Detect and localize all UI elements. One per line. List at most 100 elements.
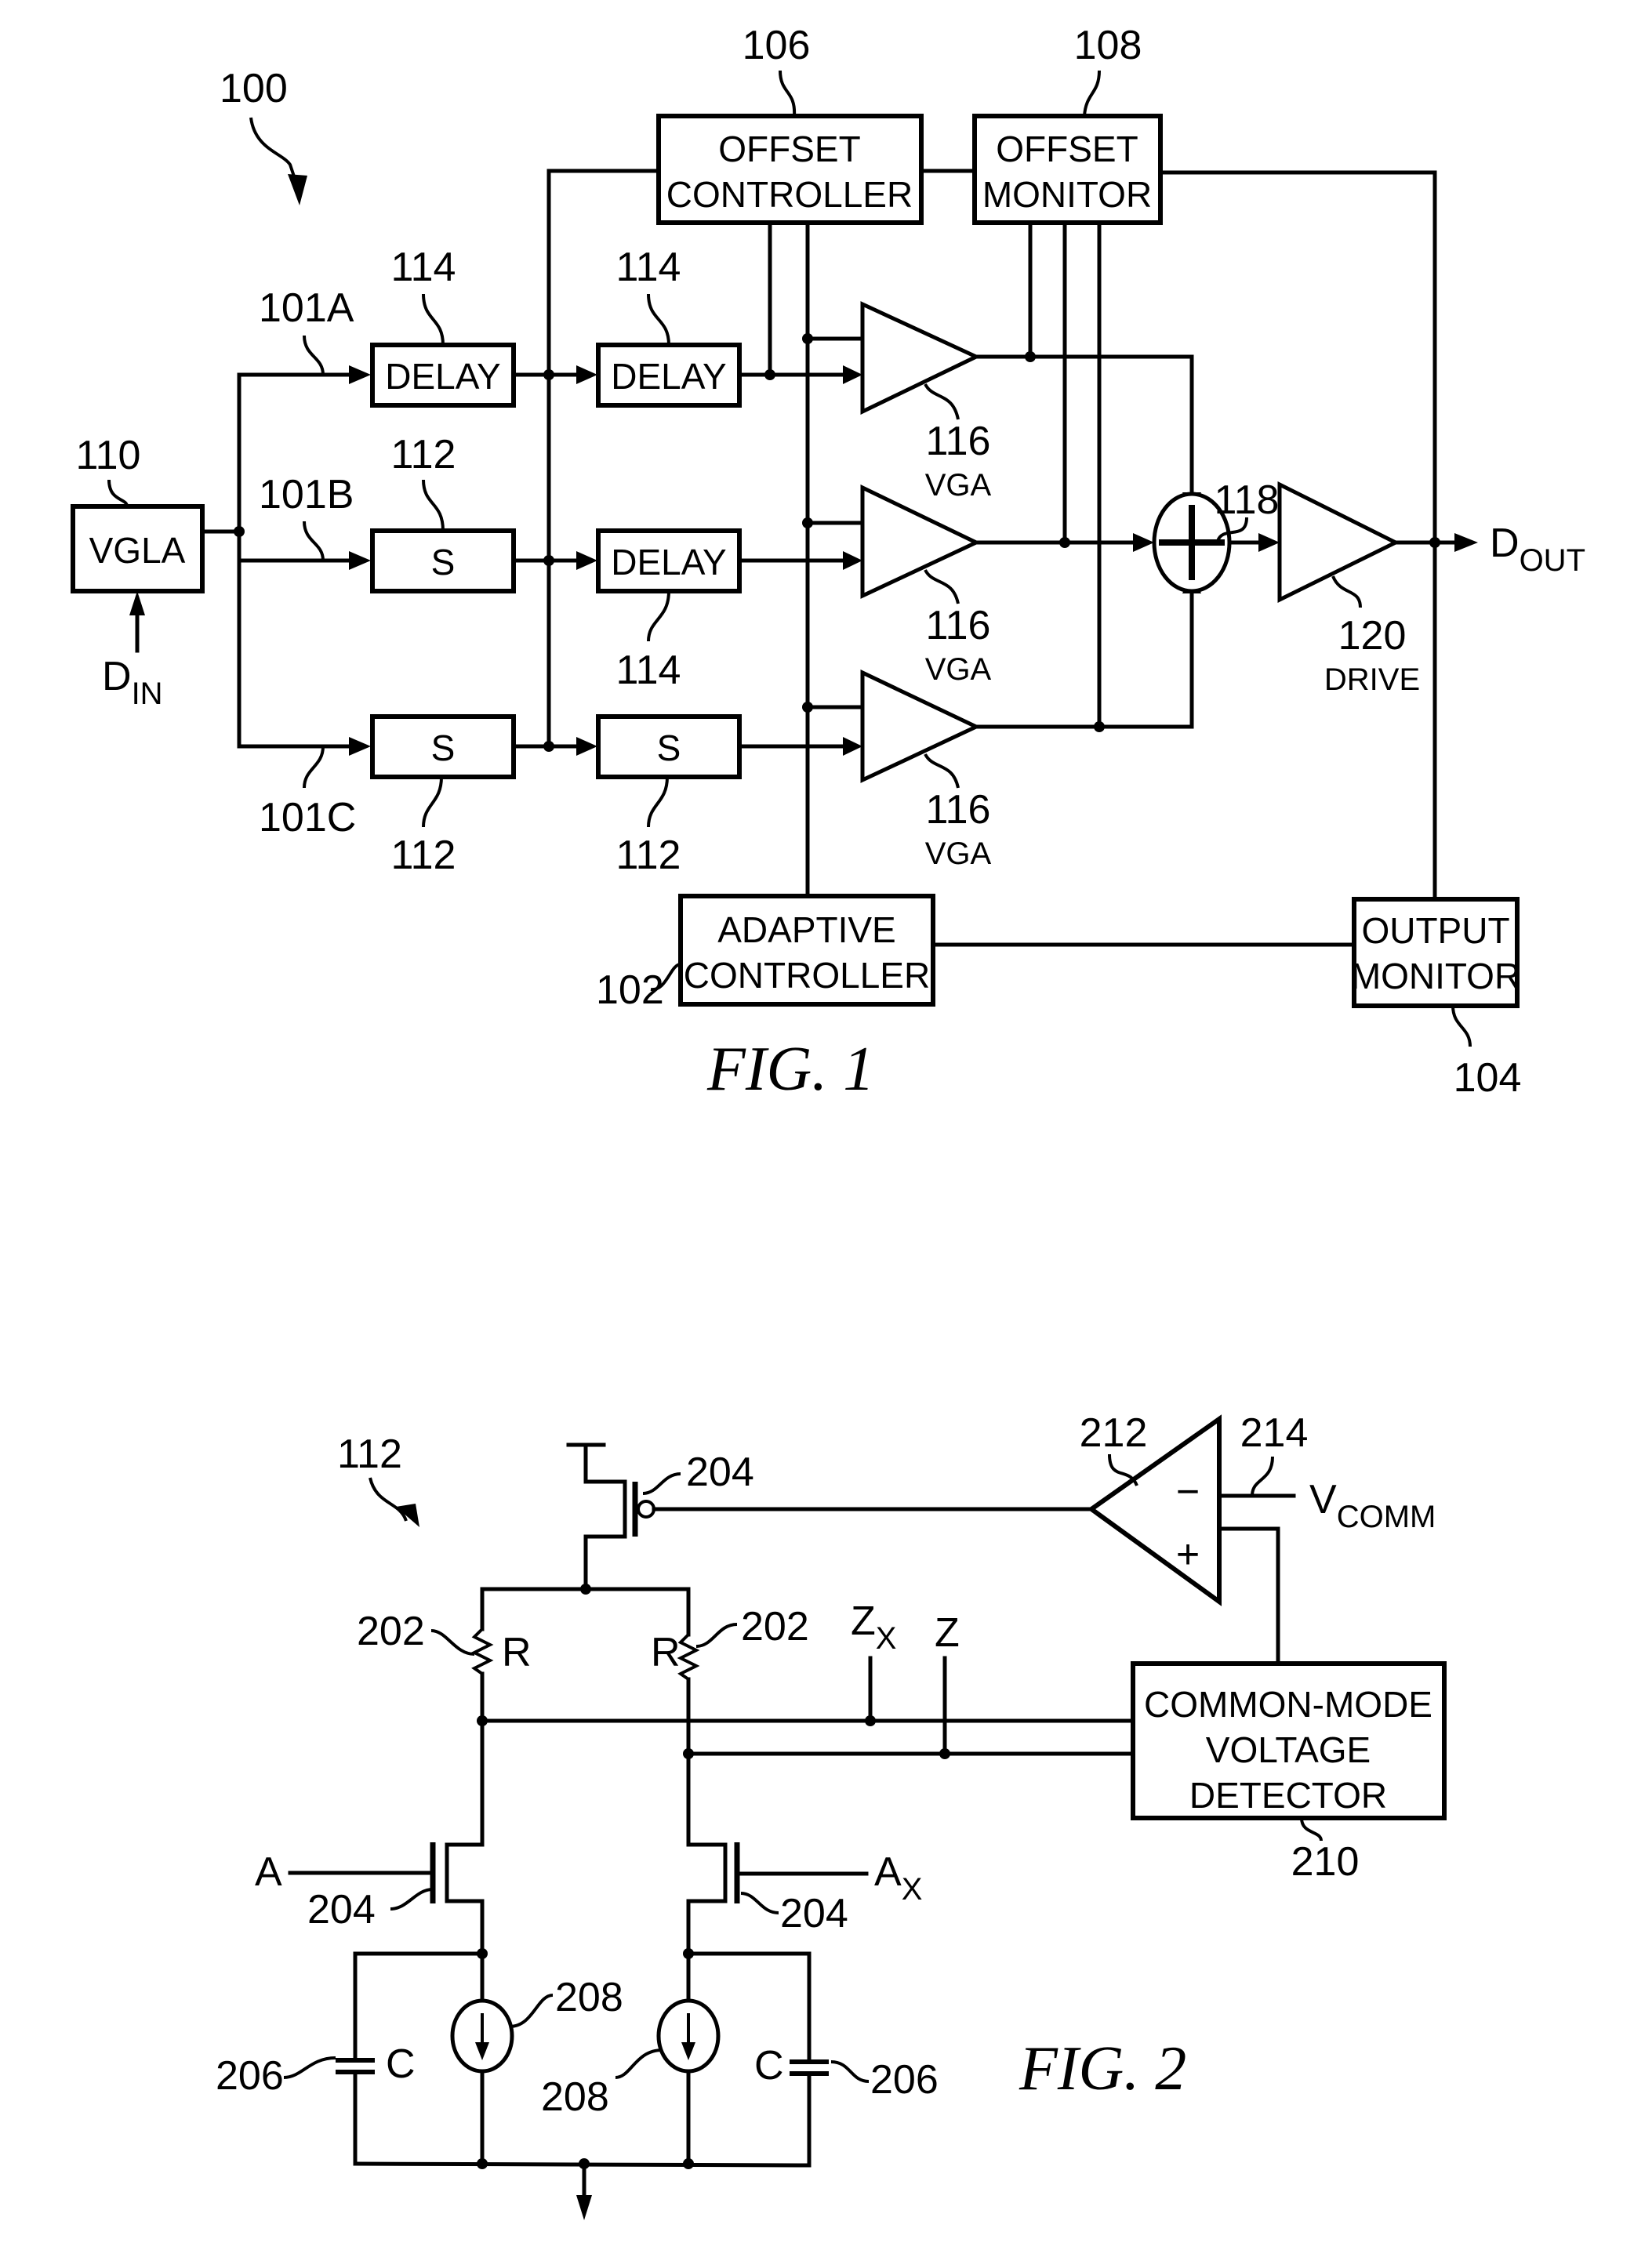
ref-212: 212 — [1080, 1410, 1148, 1456]
junction-dot — [802, 333, 813, 344]
resistor-left-label: R — [502, 1630, 532, 1675]
s-c1-label: S — [431, 728, 456, 768]
junction-dot — [477, 2158, 488, 2169]
input-ax-label: AX — [874, 1849, 922, 1907]
ref-120: 120 — [1338, 613, 1407, 659]
arrowhead-icon — [1258, 533, 1280, 552]
ref-210: 210 — [1291, 1839, 1360, 1885]
ref-206-right-lead — [830, 2060, 870, 2083]
ref-112-c1: 112 — [391, 833, 456, 878]
arrowhead-icon — [843, 551, 862, 570]
arrowhead-icon — [1133, 533, 1154, 552]
resistor-202-left — [470, 1628, 494, 1675]
arrowhead-icon — [576, 551, 597, 570]
fig2: 112 204 R R 202 202 ZX Z A 204 AX 204 C … — [216, 1410, 1447, 2220]
junction-dot — [1429, 537, 1440, 548]
ref-112-arrow-lead — [369, 1477, 408, 1522]
ref-104: 104 — [1454, 1055, 1522, 1101]
ref-101b-lead — [303, 521, 325, 561]
junction-dot — [1094, 721, 1105, 732]
ref-116-3-lead — [924, 753, 960, 789]
ground-arrow-icon — [576, 2195, 592, 2220]
ref-206-right: 206 — [870, 2057, 939, 2103]
vgla-label: VGLA — [89, 530, 186, 571]
ref-212-lead — [1108, 1453, 1138, 1486]
ref-112-c2: 112 — [616, 833, 681, 878]
ref-110-lead — [107, 479, 129, 507]
ref-114-a1-lead — [422, 293, 445, 346]
detector-label-3: DETECTOR — [1189, 1775, 1387, 1816]
ref-114-b2: 114 — [616, 648, 681, 693]
amp-plus-label: + — [1176, 1532, 1200, 1577]
fig1: 100 OFFSET CONTROLLER 106 OFFSET MONITOR… — [71, 23, 1585, 1104]
ref-204-pmos-lead — [642, 1472, 681, 1495]
detector-label-2: VOLTAGE — [1206, 1729, 1371, 1770]
vga-3-label: VGA — [925, 836, 992, 871]
ref-204-left: 204 — [307, 1887, 376, 1932]
ref-202-left-lead — [430, 1629, 475, 1656]
ref-100-arrowhead-icon — [288, 174, 307, 205]
ref-116-3: 116 — [926, 787, 991, 833]
ref-101a-lead — [303, 335, 325, 376]
ref-114-a2: 114 — [616, 245, 681, 290]
z-label: Z — [935, 1610, 960, 1656]
cap-left-label: C — [386, 2041, 416, 2087]
path-b-arrowhead-icon — [349, 551, 371, 570]
offset-controller-label-1: OFFSET — [718, 129, 860, 169]
ref-100: 100 — [220, 66, 288, 111]
junction-dot — [543, 741, 554, 752]
ref-202-right-lead — [695, 1623, 738, 1648]
resistor-right-label: R — [651, 1630, 681, 1675]
ref-114-a2-lead — [647, 293, 670, 346]
ref-116-1-lead — [924, 383, 960, 420]
ref-112-c1-lead — [422, 776, 443, 828]
junction-dot — [1059, 537, 1070, 548]
ref-116-2: 116 — [926, 603, 991, 648]
ref-112-arrowhead-icon — [396, 1504, 419, 1527]
path-c-arrowhead-icon — [349, 737, 371, 756]
ref-114-a1: 114 — [391, 245, 456, 290]
junction-dot — [802, 517, 813, 528]
arrowhead-icon — [576, 737, 597, 756]
adaptive-controller-label-1: ADAPTIVE — [717, 909, 896, 950]
output-monitor-label-2: MONITOR — [1351, 956, 1520, 996]
amp-minus-label: − — [1176, 1469, 1200, 1515]
ref-112-system: 112 — [337, 1432, 402, 1477]
nmos-left-channel — [445, 1832, 485, 1956]
resistor-202-right — [677, 1633, 700, 1681]
output-monitor-label-1: OUTPUT — [1361, 910, 1509, 951]
ref-204-right: 204 — [780, 1891, 848, 1936]
vcomm-label: VCOMM — [1309, 1477, 1436, 1534]
junction-dot — [802, 702, 813, 713]
detector-label-1: COMMON-MODE — [1144, 1684, 1432, 1725]
ref-106-lead — [779, 70, 797, 117]
ref-101c-lead — [303, 746, 325, 789]
ref-106: 106 — [743, 23, 811, 68]
cap-right-label: C — [754, 2043, 784, 2088]
ref-210-lead — [1300, 1817, 1323, 1842]
nmos-right-channel — [686, 1842, 728, 1956]
pmos-bubble-icon — [637, 1500, 655, 1519]
vga-2-label: VGA — [925, 652, 992, 687]
ref-120-lead — [1331, 575, 1362, 608]
input-a-label: A — [255, 1849, 282, 1895]
ref-202-left: 202 — [357, 1609, 425, 1654]
s-c2-label: S — [657, 728, 681, 768]
ref-101b: 101B — [259, 472, 354, 517]
ref-108-lead — [1083, 70, 1101, 117]
fig2-caption: FIG. 2 — [1019, 2034, 1186, 2103]
junction-dot — [543, 555, 554, 566]
junction-dot — [1025, 351, 1036, 362]
ref-116-1: 116 — [926, 419, 991, 464]
ref-208-left-lead — [509, 1994, 554, 2028]
ref-112-b1-lead — [422, 479, 445, 532]
ref-204-right-lead — [740, 1892, 779, 1914]
ref-114-b2-lead — [647, 590, 670, 642]
drive-label: DRIVE — [1324, 662, 1420, 697]
path-a-arrowhead-icon — [349, 365, 371, 384]
ref-116-2-lead — [924, 568, 960, 604]
vga-amplifier-2 — [860, 484, 981, 599]
junction-dot — [764, 369, 775, 380]
junction-dot — [543, 369, 554, 380]
arrowhead-icon — [843, 365, 862, 384]
